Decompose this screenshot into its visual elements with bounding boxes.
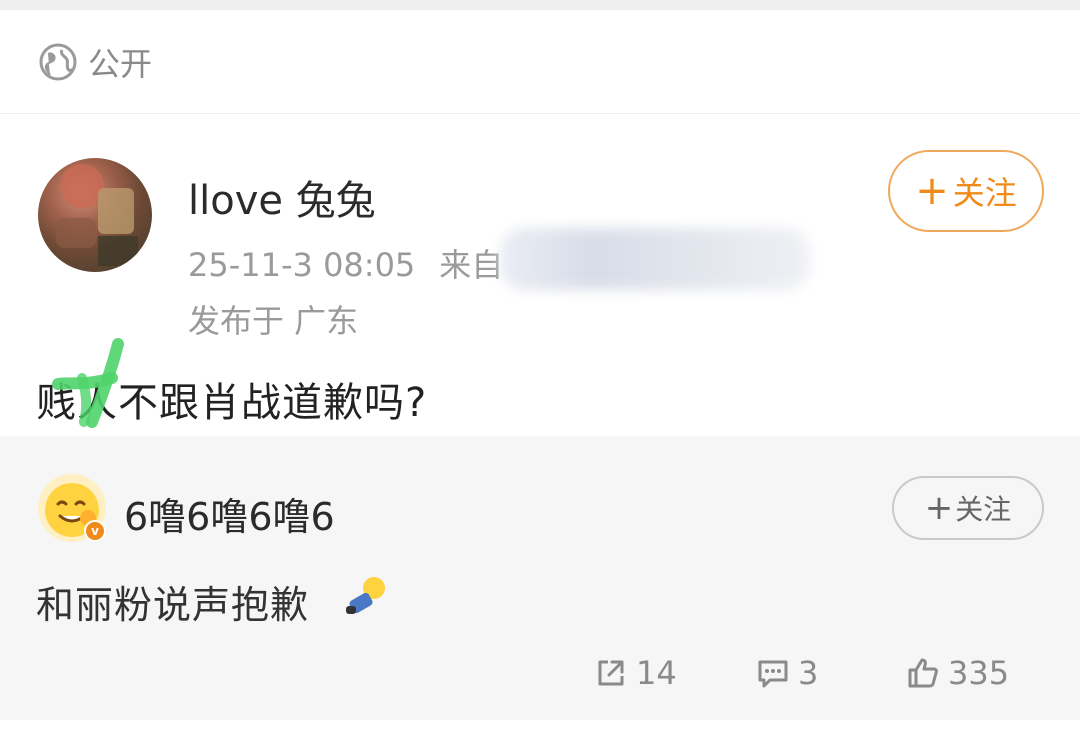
post-timestamp: 25-11-3 08:05 来自 [188, 240, 503, 286]
share-action[interactable]: 14 [594, 648, 677, 698]
thumbs-up-icon [908, 658, 938, 688]
plus-icon: + [915, 168, 949, 214]
comment-count: 3 [798, 654, 819, 692]
follow-button[interactable]: + 关注 [888, 150, 1044, 232]
repost-follow-button[interactable]: + 关注 [892, 476, 1044, 540]
comment-icon [758, 660, 788, 688]
follow-button-label: 关注 [952, 174, 1017, 212]
visibility-row[interactable]: 公开 [0, 10, 1080, 114]
comment-action[interactable]: 3 [756, 648, 818, 698]
bowing-emoji-icon [346, 577, 385, 614]
post-username[interactable]: llove 兔兔 [188, 168, 376, 226]
top-divider [0, 0, 1080, 10]
repost-username[interactable]: 6噜6噜6噜6 [124, 486, 335, 541]
verified-badge: v [84, 520, 106, 542]
plus-icon: + [924, 488, 954, 528]
avatar-image [56, 164, 138, 266]
post-region: 发布于 广东 [188, 302, 359, 340]
globe-icon [39, 43, 77, 80]
post-source-prefix: 来自 [439, 246, 504, 284]
repost-follow-label: 关注 [955, 493, 1012, 526]
blurred-source [500, 228, 810, 290]
share-count: 14 [636, 654, 677, 692]
post-time: 25-11-3 08:05 [188, 246, 416, 284]
bottom-spacer [0, 720, 1080, 748]
like-count: 335 [948, 654, 1010, 692]
avatar[interactable] [38, 158, 152, 272]
scribble-mark [52, 338, 124, 428]
like-action[interactable]: 335 [906, 648, 1009, 698]
share-icon [598, 660, 624, 686]
repost-text: 和丽粉说声抱歉 [36, 583, 310, 627]
visibility-label: 公开 [88, 44, 153, 83]
